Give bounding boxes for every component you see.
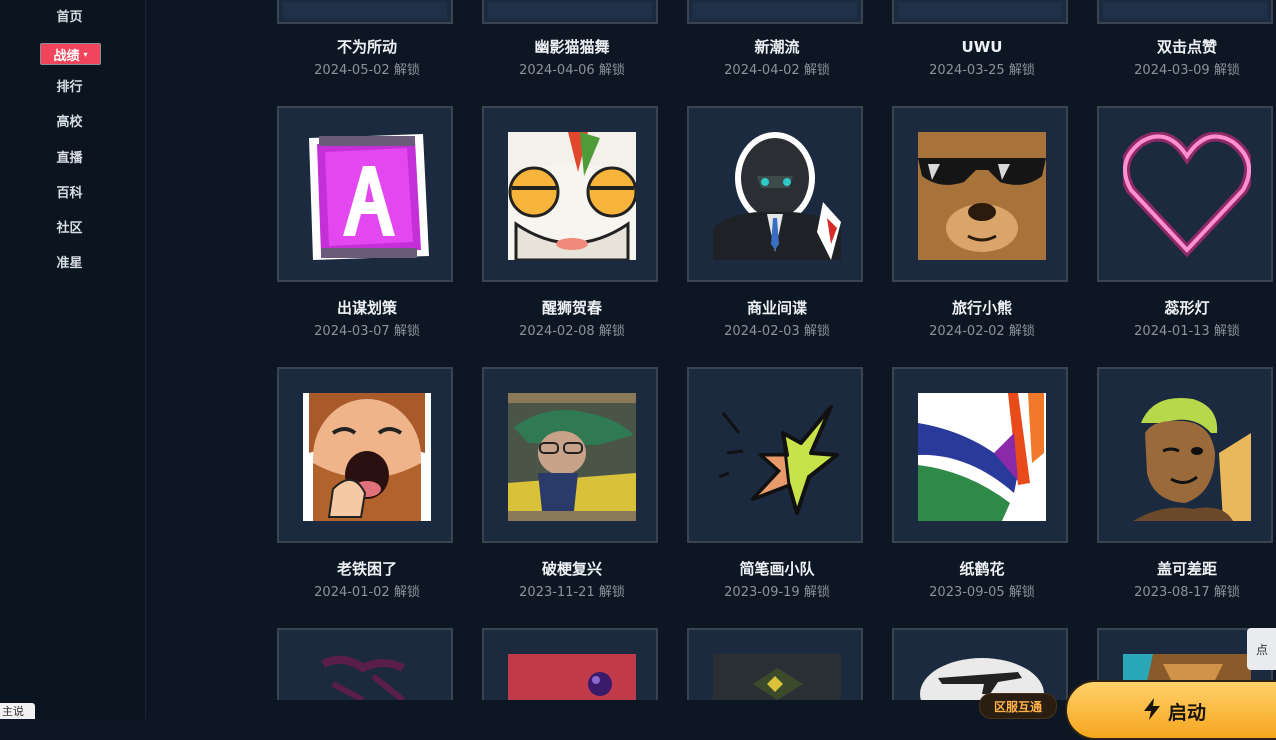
sidebar-item-home[interactable]: 首页: [0, 9, 139, 27]
spray-unlock-date: 2024-03-09 解锁: [1134, 63, 1240, 78]
corner-button[interactable]: 主说: [0, 703, 35, 719]
spray-card-frame[interactable]: [892, 106, 1068, 282]
spray-unlock-date: 2023-11-21 解锁: [519, 585, 625, 600]
sidebar-item-record-active[interactable]: 战绩 ▾: [40, 43, 101, 65]
spray-title: 出谋划策: [336, 299, 397, 317]
spray-card-frame[interactable]: [1097, 106, 1273, 282]
sidebar: 首页 战绩 ▾ 排行 高校 直播 百科 社区 准星: [0, 0, 146, 719]
spray-unlock-date: 2024-03-07 解锁: [314, 324, 420, 339]
bird-of-paradise-icon: [918, 393, 1046, 521]
region-interop-button[interactable]: 区服互通: [979, 693, 1057, 719]
red-orb-icon: [508, 654, 636, 700]
lightning-icon: [1143, 698, 1160, 725]
spray-title: 幽影猫猫舞: [534, 38, 610, 56]
spray-card-frame[interactable]: [277, 0, 453, 24]
sidebar-item-label: 战绩: [53, 48, 80, 64]
spray-card-frame[interactable]: [482, 628, 658, 700]
spray-title: 简笔画小队: [739, 560, 815, 578]
spray-unlock-date: 2023-08-17 解锁: [1134, 585, 1240, 600]
spray-title: 盖可差距: [1156, 560, 1217, 578]
spray-title: 商业间谍: [746, 299, 807, 317]
spray-card-frame[interactable]: [687, 0, 863, 24]
sketch-bird-icon: [713, 393, 841, 521]
spray-card-frame[interactable]: [277, 106, 453, 282]
sidebar-item-college[interactable]: 高校: [0, 114, 139, 132]
spray-card-frame[interactable]: [1097, 367, 1273, 543]
spray-card-frame[interactable]: [482, 0, 658, 24]
purple-card-icon: [303, 132, 431, 260]
spray-unlock-date: 2024-05-02 解锁: [314, 63, 420, 78]
spray-unlock-date: 2024-03-25 解锁: [929, 63, 1035, 78]
spray-title: 纸鹤花: [959, 560, 1005, 578]
sidebar-item-rank[interactable]: 排行: [0, 79, 139, 97]
sidebar-item-community[interactable]: 社区: [0, 220, 139, 238]
neon-heart-icon: [1123, 132, 1251, 260]
spray-title: 破梗复兴: [541, 560, 602, 578]
spray-unlock-date: 2024-01-02 解锁: [314, 585, 420, 600]
spray-unlock-date: 2023-09-19 解锁: [724, 585, 830, 600]
sidebar-item-crosshair[interactable]: 准星: [0, 255, 139, 273]
spray-title: 旅行小熊: [951, 299, 1012, 317]
spray-unlock-date: 2024-02-08 解锁: [519, 324, 625, 339]
spray-card-frame[interactable]: [1097, 0, 1273, 24]
spray-card-frame[interactable]: [277, 367, 453, 543]
yawning-man-icon: [303, 393, 431, 521]
spray-unlock-date: 2024-02-02 解锁: [929, 324, 1035, 339]
spray-title: 不为所动: [336, 38, 397, 56]
launch-label: 启动: [1167, 702, 1206, 724]
spray-card-frame[interactable]: [687, 628, 863, 700]
spy-agent-icon: [713, 132, 841, 260]
lion-dance-icon: [508, 132, 636, 260]
car-girl-icon: [508, 393, 636, 521]
sketch-spray-icon: [303, 654, 431, 700]
spray-card-frame[interactable]: [687, 106, 863, 282]
launch-button[interactable]: 启动: [1065, 680, 1276, 740]
dark-logo-icon: [713, 654, 841, 700]
spray-card-frame[interactable]: [277, 628, 453, 700]
spray-title: 新潮流: [754, 38, 800, 56]
spray-unlock-date: 2023-09-05 解锁: [929, 585, 1035, 600]
chevron-down-icon: ▾: [83, 49, 88, 59]
spray-title: 双击点赞: [1156, 38, 1217, 56]
spray-title: 老铁困了: [336, 560, 397, 578]
spray-card-frame[interactable]: [482, 367, 658, 543]
spray-title: UWU: [961, 38, 1003, 56]
spray-card-frame[interactable]: [687, 367, 863, 543]
spray-card-frame[interactable]: [892, 367, 1068, 543]
spray-card-frame[interactable]: [482, 106, 658, 282]
spray-unlock-date: 2024-04-02 解锁: [724, 63, 830, 78]
spray-unlock-date: 2024-01-13 解锁: [1134, 324, 1240, 339]
spray-unlock-date: 2024-02-03 解锁: [724, 324, 830, 339]
spray-title: 蕊形灯: [1164, 299, 1210, 317]
gekko-wink-icon: [1123, 393, 1251, 521]
spray-title: 醒狮贺春: [541, 299, 602, 317]
spray-card-frame[interactable]: [892, 0, 1068, 24]
spray-unlock-date: 2024-04-06 解锁: [519, 63, 625, 78]
sidebar-item-live[interactable]: 直播: [0, 150, 139, 168]
sidebar-item-wiki[interactable]: 百科: [0, 185, 139, 203]
bear-sunglasses-icon: [918, 132, 1046, 260]
spray-card-frame[interactable]: [892, 628, 1068, 700]
side-tab-button[interactable]: 点: [1247, 628, 1276, 670]
